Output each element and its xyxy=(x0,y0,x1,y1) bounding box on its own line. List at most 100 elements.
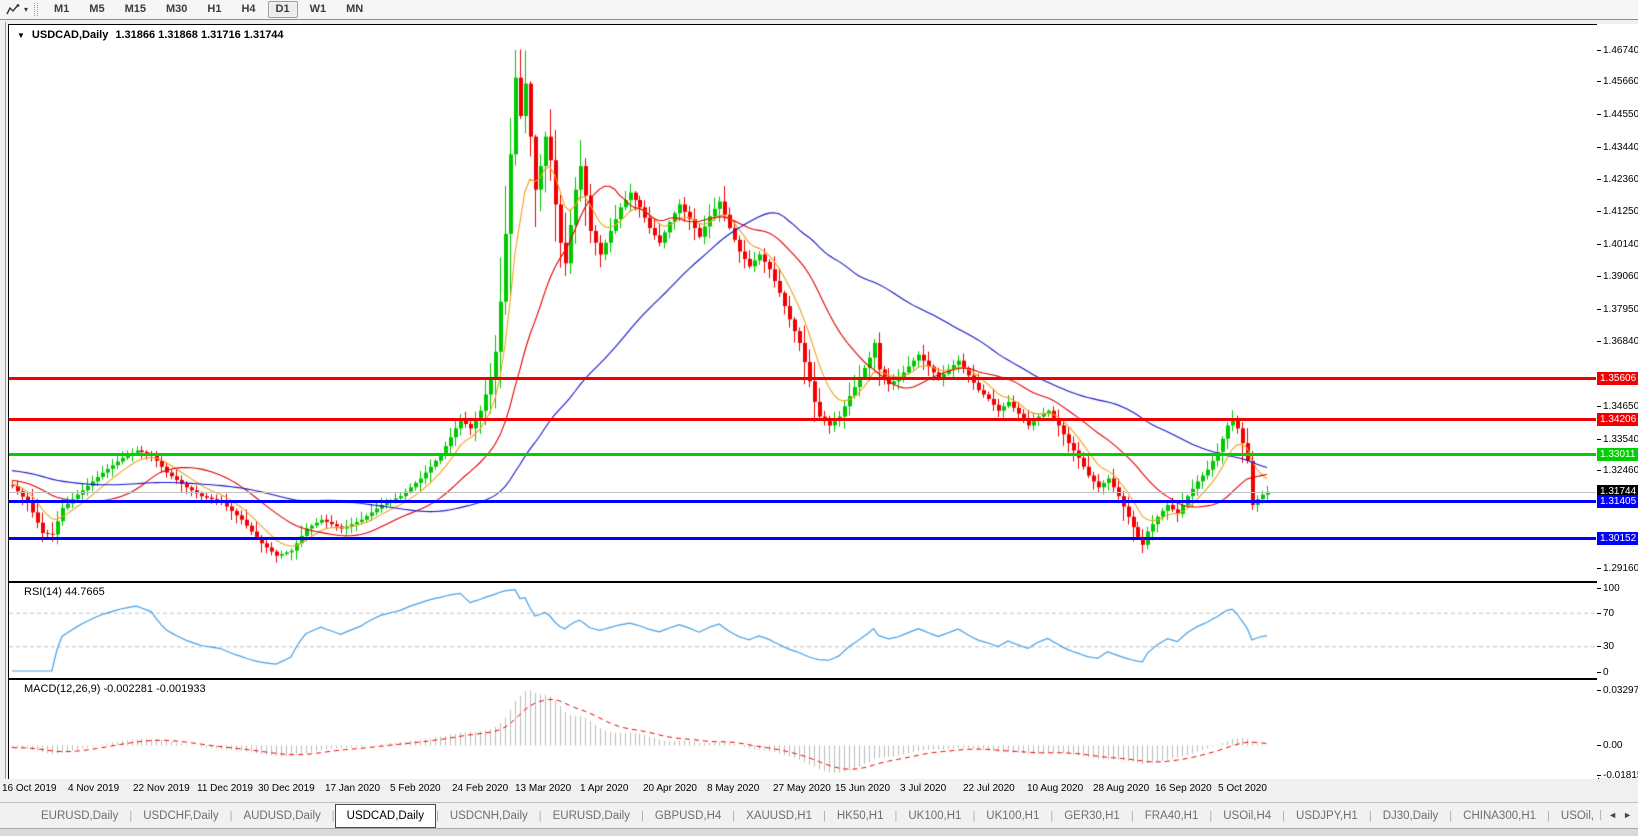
tab-usdcad-daily[interactable]: USDCAD,Daily xyxy=(335,804,436,828)
price-tick-label: 1.33540 xyxy=(1597,433,1638,445)
price-tick-dash xyxy=(1597,50,1601,51)
tab-ger30-h1[interactable]: GER30,H1 xyxy=(1053,803,1131,828)
tab-uk100-h1[interactable]: UK100,H1 xyxy=(897,803,972,828)
price-tick-text: 1.46740 xyxy=(1603,45,1638,56)
date-label: 10 Aug 2020 xyxy=(1027,783,1083,794)
time-axis[interactable]: 16 Oct 20194 Nov 201922 Nov 201911 Dec 2… xyxy=(0,779,1638,801)
chevron-down-icon[interactable]: ▾ xyxy=(24,5,28,14)
price-tick-dash xyxy=(1597,470,1601,471)
price-badge-support-upper: 1.31405 xyxy=(1597,495,1638,508)
rsi-tick-text: 0 xyxy=(1603,667,1609,678)
date-label: 28 Aug 2020 xyxy=(1093,783,1149,794)
price-tick-text: 1.45660 xyxy=(1603,76,1638,87)
tab-eurusd-daily[interactable]: EURUSD,Daily xyxy=(30,803,129,828)
price-tick-dash xyxy=(1597,81,1601,82)
price-tick-dash xyxy=(1597,341,1601,342)
price-tick-dash xyxy=(1597,309,1601,310)
price-tick-label: 1.39060 xyxy=(1597,270,1638,282)
price-tick-label: 1.40140 xyxy=(1597,239,1638,251)
price-tick-text: 1.29160 xyxy=(1603,563,1638,574)
date-label: 20 Apr 2020 xyxy=(643,783,697,794)
timeframe-button-m5[interactable]: M5 xyxy=(81,1,112,18)
rsi-tick-text: 100 xyxy=(1603,583,1620,594)
rsi-label: RSI(14) 44.7665 xyxy=(24,586,105,598)
date-label: 3 Jul 2020 xyxy=(900,783,946,794)
tab-china300-h1[interactable]: CHINA300,H1 xyxy=(1452,803,1547,828)
price-tick-label: 1.43440 xyxy=(1597,141,1638,153)
timeframe-button-h4[interactable]: H4 xyxy=(233,1,263,18)
macd-label: MACD(12,26,9) -0.002281 -0.001933 xyxy=(24,683,206,695)
pivot-green-line[interactable] xyxy=(9,453,1596,456)
price-tick-text: 1.37950 xyxy=(1603,304,1638,315)
rsi-axis-label: 0 xyxy=(1597,666,1609,678)
price-tick-text: 1.39060 xyxy=(1603,271,1638,282)
status-bar-strip xyxy=(0,828,1638,836)
price-axis[interactable]: 1.46740 1.45660 1.44550 1.43440 1.42360 1.412… xyxy=(1597,24,1638,778)
macd-canvas[interactable] xyxy=(9,680,1596,777)
date-label: 16 Sep 2020 xyxy=(1155,783,1212,794)
date-label: 4 Nov 2019 xyxy=(68,783,119,794)
resistance-lower-line[interactable] xyxy=(9,418,1596,421)
date-label: 22 Nov 2019 xyxy=(133,783,190,794)
tab-usoil-h4[interactable]: USOil,H4 xyxy=(1212,803,1282,828)
macd-axis-label: -0.018154 xyxy=(1597,770,1638,782)
resistance-upper-line[interactable] xyxy=(9,377,1596,380)
tab-usdcnh-daily[interactable]: USDCNH,Daily xyxy=(439,803,539,828)
price-tick-label: 1.44550 xyxy=(1597,109,1638,121)
rsi-tick-dash xyxy=(1597,672,1601,673)
tab-usdchf-daily[interactable]: USDCHF,Daily xyxy=(132,803,229,828)
rsi-tick-dash xyxy=(1597,588,1601,589)
timeframe-button-m15[interactable]: M15 xyxy=(117,1,154,18)
price-tick-label: 1.37950 xyxy=(1597,303,1638,315)
price-tick-label: 1.41250 xyxy=(1597,206,1638,218)
date-label: 8 May 2020 xyxy=(707,783,759,794)
tab-scroll-right-button[interactable]: ► xyxy=(1623,810,1632,820)
price-chart-canvas[interactable] xyxy=(9,25,1596,579)
window-frame-line xyxy=(5,22,6,779)
tab-eurusd-daily[interactable]: EURUSD,Daily xyxy=(542,803,641,828)
chart-title: ▼ USDCAD,Daily 1.31866 1.31868 1.31716 1… xyxy=(17,29,284,41)
price-tick-text: 1.33540 xyxy=(1603,434,1638,445)
line-studies-icon[interactable] xyxy=(2,2,24,18)
macd-axis-label: 0.00 xyxy=(1597,739,1622,751)
timeframe-button-m30[interactable]: M30 xyxy=(158,1,195,18)
price-tick-text: 1.43440 xyxy=(1603,142,1638,153)
rsi-canvas[interactable] xyxy=(9,583,1596,676)
tab-usdjpy-h1[interactable]: USDJPY,H1 xyxy=(1285,803,1369,828)
macd-tick-dash xyxy=(1597,775,1601,776)
macd-tick-dash xyxy=(1597,745,1601,746)
timeframe-button-w1[interactable]: W1 xyxy=(302,1,335,18)
date-label: 17 Jan 2020 xyxy=(325,783,380,794)
support-upper-line[interactable] xyxy=(9,500,1596,503)
price-tick-text: 1.42360 xyxy=(1603,174,1638,185)
tab-scroll-controls: | ◄ ► xyxy=(1595,803,1636,827)
tab-hk50-h1[interactable]: HK50,H1 xyxy=(826,803,895,828)
rsi-tick-text: 70 xyxy=(1603,608,1614,619)
price-tick-dash xyxy=(1597,568,1601,569)
support-lower-line[interactable] xyxy=(9,537,1596,540)
date-label: 27 May 2020 xyxy=(773,783,831,794)
tab-uk100-h1[interactable]: UK100,H1 xyxy=(975,803,1050,828)
rsi-tick-dash xyxy=(1597,613,1601,614)
rsi-axis-label: 30 xyxy=(1597,641,1614,653)
tab-gbpusd-h4[interactable]: GBPUSD,H4 xyxy=(644,803,732,828)
tab-scroll-left-button[interactable]: ◄ xyxy=(1608,810,1617,820)
tab-xauusd-h1[interactable]: XAUUSD,H1 xyxy=(735,803,823,828)
tab-audusd-daily[interactable]: AUDUSD,Daily xyxy=(232,803,331,828)
timeframe-button-d1[interactable]: D1 xyxy=(268,1,298,18)
tab-dj30-daily[interactable]: DJ30,Daily xyxy=(1372,803,1450,828)
price-tick-label: 1.32460 xyxy=(1597,465,1638,477)
timeframe-button-h1[interactable]: H1 xyxy=(199,1,229,18)
timeframe-button-m1[interactable]: M1 xyxy=(46,1,77,18)
price-tick-label: 1.46740 xyxy=(1597,44,1638,56)
price-tick-dash xyxy=(1597,147,1601,148)
current-bid-price-line xyxy=(9,492,1596,493)
price-tick-dash xyxy=(1597,439,1601,440)
timeframe-buttons: M1M5 M15M30H1H4 D1W1MN xyxy=(44,1,373,18)
macd-axis-label: 0.032972 xyxy=(1597,684,1638,696)
chart-collapse-icon[interactable]: ▼ xyxy=(17,31,25,40)
tab-fra40-h1[interactable]: FRA40,H1 xyxy=(1134,803,1210,828)
rsi-tick-text: 30 xyxy=(1603,641,1614,652)
chart-tabs: EURUSD,Daily|USDCHF,Daily|AUDUSD,Daily|U… xyxy=(0,802,1638,828)
timeframe-button-mn[interactable]: MN xyxy=(338,1,371,18)
